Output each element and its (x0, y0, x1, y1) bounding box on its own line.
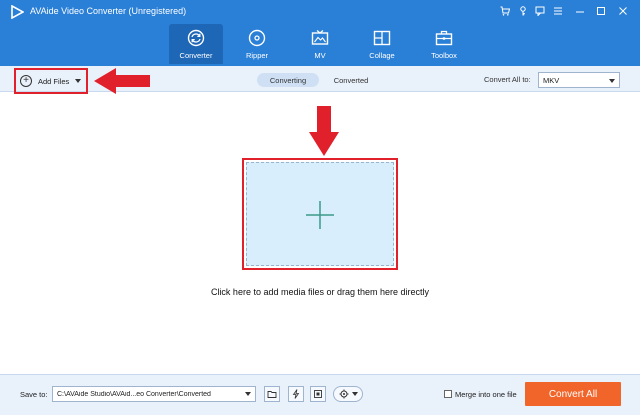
add-files-label: Add Files (38, 76, 70, 86)
app-logo-icon (11, 5, 24, 19)
tab-converted[interactable]: Converted (324, 73, 378, 87)
maximize-icon[interactable] (594, 4, 608, 18)
output-format-select[interactable]: MKV (538, 72, 620, 88)
settings-button[interactable] (333, 386, 363, 402)
tab-converting[interactable]: Converting (257, 73, 319, 87)
tab-toolbox[interactable]: Toolbox (417, 24, 471, 64)
gpu-button[interactable] (310, 386, 326, 402)
folder-icon (267, 391, 277, 398)
save-path-input[interactable] (52, 386, 256, 402)
convert-all-button[interactable]: Convert All (525, 382, 621, 406)
output-format-value: MKV (543, 75, 560, 85)
tab-ripper[interactable]: Ripper (230, 24, 284, 64)
cart-icon[interactable] (498, 4, 512, 18)
tab-ripper-label: Ripper (245, 51, 269, 60)
tab-toolbox-label: Toolbox (431, 51, 457, 60)
hardware-accel-button[interactable] (288, 386, 304, 402)
red-arrow-left-icon (94, 68, 150, 94)
plus-icon (306, 201, 334, 229)
close-icon[interactable] (616, 4, 630, 18)
save-path-dropdown[interactable] (240, 386, 256, 402)
save-to-label: Save to: (20, 390, 48, 399)
gear-icon (339, 389, 348, 399)
chevron-down-icon[interactable] (75, 79, 82, 83)
lightning-icon (292, 389, 300, 399)
red-arrow-down-icon (309, 106, 339, 156)
minimize-icon[interactable] (573, 4, 587, 18)
app-window: AVAide Video Converter (Unregistered) Co… (0, 0, 640, 415)
tab-converter-label: Converter (179, 51, 213, 60)
tab-converter[interactable]: Converter (169, 24, 223, 64)
convert-all-to-label: Convert All to: (484, 75, 531, 84)
chevron-down-icon (609, 79, 615, 83)
key-icon[interactable] (516, 4, 530, 18)
feedback-icon[interactable] (533, 4, 547, 18)
tab-mv[interactable]: MV (293, 24, 347, 64)
tab-collage[interactable]: Collage (355, 24, 409, 64)
toolbox-icon (433, 28, 455, 48)
app-title: AVAide Video Converter (Unregistered) (30, 6, 187, 16)
tab-collage-label: Collage (369, 51, 395, 60)
merge-checkbox[interactable] (444, 390, 452, 398)
dropzone-hint: Click here to add media files or drag th… (210, 287, 430, 297)
add-files-button[interactable]: + Add Files (14, 68, 88, 94)
converter-icon (185, 28, 207, 48)
chevron-down-icon (351, 392, 358, 396)
gpu-icon (314, 390, 322, 398)
chevron-down-icon (245, 392, 251, 396)
tab-mv-label: MV (314, 51, 326, 60)
merge-label: Merge into one file (455, 390, 517, 399)
disc-icon (246, 28, 268, 48)
mv-icon (309, 28, 331, 48)
menu-icon[interactable] (551, 4, 565, 18)
plus-circle-icon: + (20, 75, 32, 87)
collage-icon (371, 28, 393, 48)
open-folder-button[interactable] (264, 386, 280, 402)
